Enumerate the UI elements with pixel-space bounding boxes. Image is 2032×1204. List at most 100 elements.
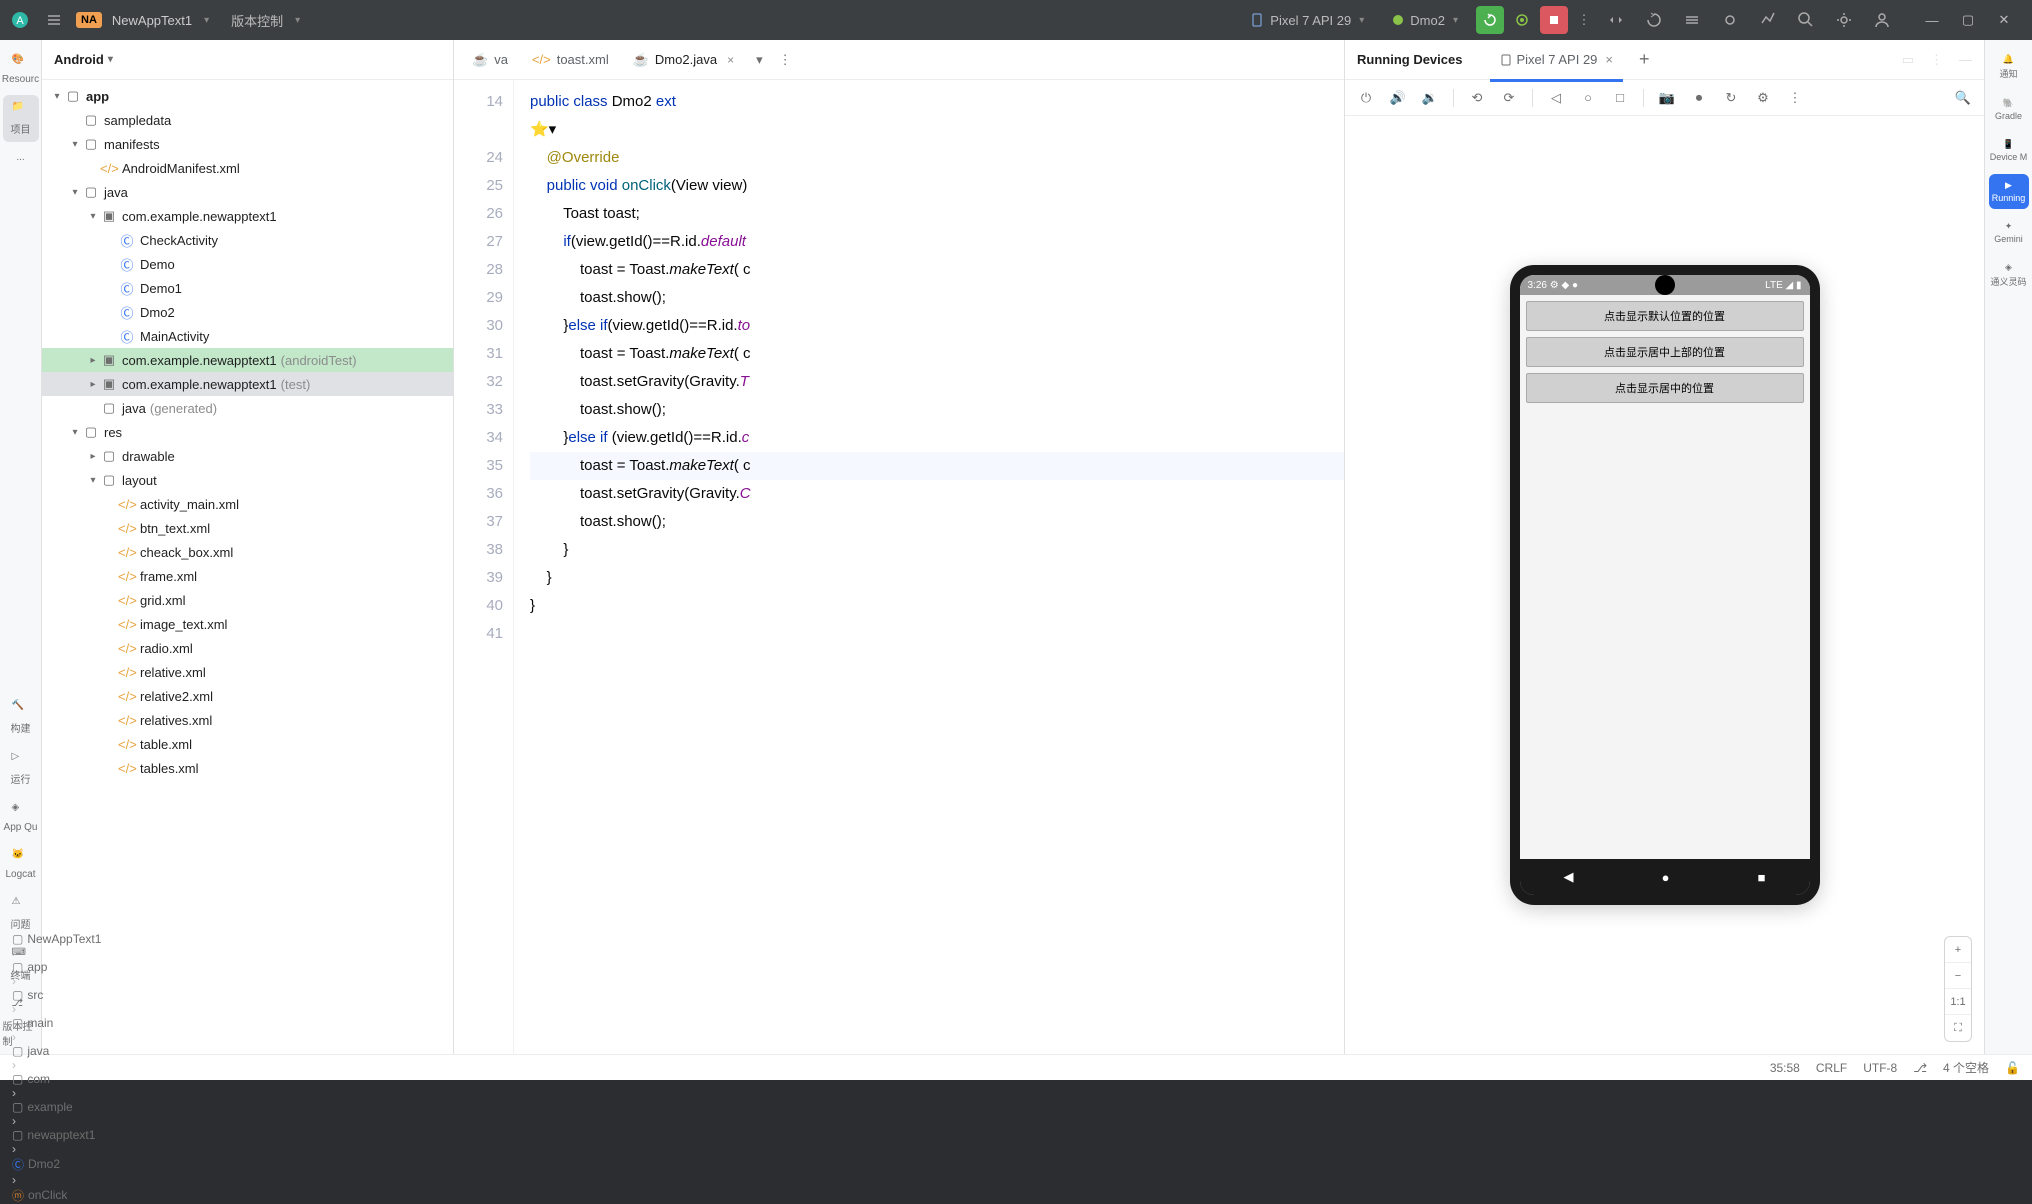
tab-dropdown-icon[interactable]: ▾ <box>756 52 763 68</box>
profiler-icon[interactable] <box>1756 8 1780 32</box>
tool-running-devices[interactable]: ▶Running <box>1989 174 2029 209</box>
tree-row[interactable]: ▸▢drawable <box>42 444 453 468</box>
project-tree[interactable]: ▾▢app▢sampledata▾▢manifests</>AndroidMan… <box>42 80 453 1054</box>
zoom-fit-icon[interactable]: ⛶ <box>1945 1015 1971 1041</box>
tree-row[interactable]: ⒸDemo <box>42 252 453 276</box>
tool-gradle[interactable]: 🐘Gradle <box>1989 92 2029 127</box>
line-separator[interactable]: CRLF <box>1816 1061 1847 1075</box>
layout-icon[interactable]: ▭ <box>1902 52 1914 68</box>
tree-row[interactable]: ▾▢java <box>42 180 453 204</box>
code-with-me-icon[interactable] <box>1604 8 1628 32</box>
run-config-selector[interactable]: Dmo2 ▾ <box>1382 9 1468 32</box>
device-selector[interactable]: Pixel 7 API 29 ▾ <box>1240 9 1374 32</box>
editor-tab[interactable]: ☕va <box>462 46 518 74</box>
branch-icon[interactable]: ⎇ <box>1913 1061 1927 1075</box>
zoom-in-icon[interactable]: + <box>1945 937 1971 963</box>
readonly-icon[interactable]: 🔓 <box>2005 1061 2020 1075</box>
tree-row[interactable]: </>image_text.xml <box>42 612 453 636</box>
account-icon[interactable] <box>1870 8 1894 32</box>
tree-row[interactable]: </>radio.xml <box>42 636 453 660</box>
app-button-center[interactable]: 点击显示居中的位置 <box>1526 373 1804 403</box>
search-icon[interactable]: 🔍 <box>1950 85 1976 111</box>
debug-button[interactable] <box>1508 6 1536 34</box>
tool-device-manager[interactable]: 📱Device M <box>1989 133 2029 168</box>
editor-gutter[interactable]: 14242526272829303132333435363738394041 <box>454 80 514 1054</box>
add-device-icon[interactable]: + <box>1639 49 1650 70</box>
tree-row[interactable]: ⒸMainActivity <box>42 324 453 348</box>
nav-home-icon[interactable]: ● <box>1662 870 1670 885</box>
tool-notifications[interactable]: 🔔通知 <box>1989 48 2029 86</box>
search-icon[interactable] <box>1794 8 1818 32</box>
tree-row[interactable]: </>relatives.xml <box>42 708 453 732</box>
tool-build[interactable]: 🔨构建 <box>3 694 39 741</box>
minimize-panel-icon[interactable]: — <box>1959 52 1972 67</box>
cursor-position[interactable]: 35:58 <box>1770 1061 1800 1075</box>
tree-row[interactable]: ▸▣com.example.newapptext1(androidTest) <box>42 348 453 372</box>
tree-row[interactable]: ▾▢manifests <box>42 132 453 156</box>
breadcrumb[interactable]: ▢ NewAppText1 › ▢ app › ▢ src › ▢ main ›… <box>12 932 101 1204</box>
volume-down-icon[interactable]: 🔉 <box>1417 85 1443 111</box>
zoom-out-icon[interactable]: − <box>1945 963 1971 989</box>
tree-row[interactable]: </>table.xml <box>42 732 453 756</box>
indent-info[interactable]: 4 个空格 <box>1943 1059 1989 1076</box>
close-icon[interactable]: ✕ <box>1992 8 2016 32</box>
vcs-menu[interactable]: 版本控制 <box>231 11 283 30</box>
tree-row[interactable]: </>frame.xml <box>42 564 453 588</box>
tree-row[interactable]: ▢java(generated) <box>42 396 453 420</box>
back-icon[interactable]: ◁ <box>1543 85 1569 111</box>
tool-project[interactable]: 📁项目 <box>3 95 39 142</box>
tool-gemini[interactable]: ✦Gemini <box>1989 215 2029 250</box>
nav-recent-icon[interactable]: ■ <box>1758 870 1766 885</box>
tool-tongyi[interactable]: ◈通义灵码 <box>1989 256 2029 294</box>
device-tab[interactable]: Pixel 7 API 29 × <box>1490 46 1623 73</box>
nav-back-icon[interactable]: ◀ <box>1564 869 1574 885</box>
tool-resource[interactable]: 🎨Resourc <box>3 48 39 91</box>
tree-row[interactable]: ▸▣com.example.newapptext1(test) <box>42 372 453 396</box>
app-button-default[interactable]: 点击显示默认位置的位置 <box>1526 301 1804 331</box>
tree-row[interactable]: ⒸDmo2 <box>42 300 453 324</box>
updates-icon[interactable] <box>1642 8 1666 32</box>
editor-code[interactable]: public class Dmo2 ext⭐▾ @Override public… <box>514 80 1344 1054</box>
tab-more-icon[interactable]: ⋮ <box>779 52 792 68</box>
tool-logcat[interactable]: 🐱Logcat <box>3 843 39 886</box>
tree-row[interactable]: ⒸDemo1 <box>42 276 453 300</box>
stop-button[interactable] <box>1540 6 1568 34</box>
bug-icon[interactable] <box>1718 8 1742 32</box>
home-icon[interactable]: ○ <box>1575 85 1601 111</box>
more-icon[interactable]: ⋮ <box>1782 85 1808 111</box>
maximize-icon[interactable]: ▢ <box>1956 8 1980 32</box>
tree-row[interactable]: </>btn_text.xml <box>42 516 453 540</box>
more-icon[interactable]: ⋮ <box>1930 52 1943 68</box>
tree-row[interactable]: ▾▣com.example.newapptext1 <box>42 204 453 228</box>
tree-row[interactable]: </>cheack_box.xml <box>42 540 453 564</box>
tree-row[interactable]: </>relative.xml <box>42 660 453 684</box>
tree-row[interactable]: ▾▢res <box>42 420 453 444</box>
screenshot-icon[interactable]: 📷 <box>1654 85 1680 111</box>
tree-row[interactable]: ▾▢layout <box>42 468 453 492</box>
tree-row[interactable]: </>AndroidManifest.xml <box>42 156 453 180</box>
editor-tab[interactable]: </>toast.xml <box>522 46 619 73</box>
app-button-top[interactable]: 点击显示居中上部的位置 <box>1526 337 1804 367</box>
emulator-screen[interactable]: 3:26 ⚙ ◆ ● LTE ◢ ▮ 点击显示默认位置的位置 点击显示居中上部的… <box>1520 275 1810 895</box>
more-icon[interactable]: ⋮ <box>1572 8 1596 32</box>
file-encoding[interactable]: UTF-8 <box>1863 1061 1897 1075</box>
tree-row[interactable]: ⒸCheckActivity <box>42 228 453 252</box>
tree-row[interactable]: </>grid.xml <box>42 588 453 612</box>
main-menu-icon[interactable] <box>42 8 66 32</box>
project-view-selector[interactable]: Android▾ <box>42 40 453 80</box>
project-name[interactable]: NewAppText1 <box>112 13 192 28</box>
tree-row[interactable]: </>tables.xml <box>42 756 453 780</box>
app-logo-icon[interactable]: A <box>8 8 32 32</box>
tree-row[interactable]: </>relative2.xml <box>42 684 453 708</box>
close-icon[interactable]: × <box>1605 52 1613 67</box>
tree-row[interactable]: </>activity_main.xml <box>42 492 453 516</box>
record-icon[interactable]: ⏺ <box>1686 85 1712 111</box>
tree-row[interactable]: ▾▢app <box>42 84 453 108</box>
close-tab-icon[interactable]: × <box>727 53 734 67</box>
tool-appquality[interactable]: ◈App Qu <box>3 796 39 839</box>
settings-icon[interactable] <box>1832 8 1856 32</box>
tool-problems[interactable]: ⚠问题 <box>3 890 39 937</box>
minimize-icon[interactable]: — <box>1920 8 1944 32</box>
reload-icon[interactable]: ↻ <box>1718 85 1744 111</box>
tool-more[interactable]: ... <box>3 146 39 169</box>
